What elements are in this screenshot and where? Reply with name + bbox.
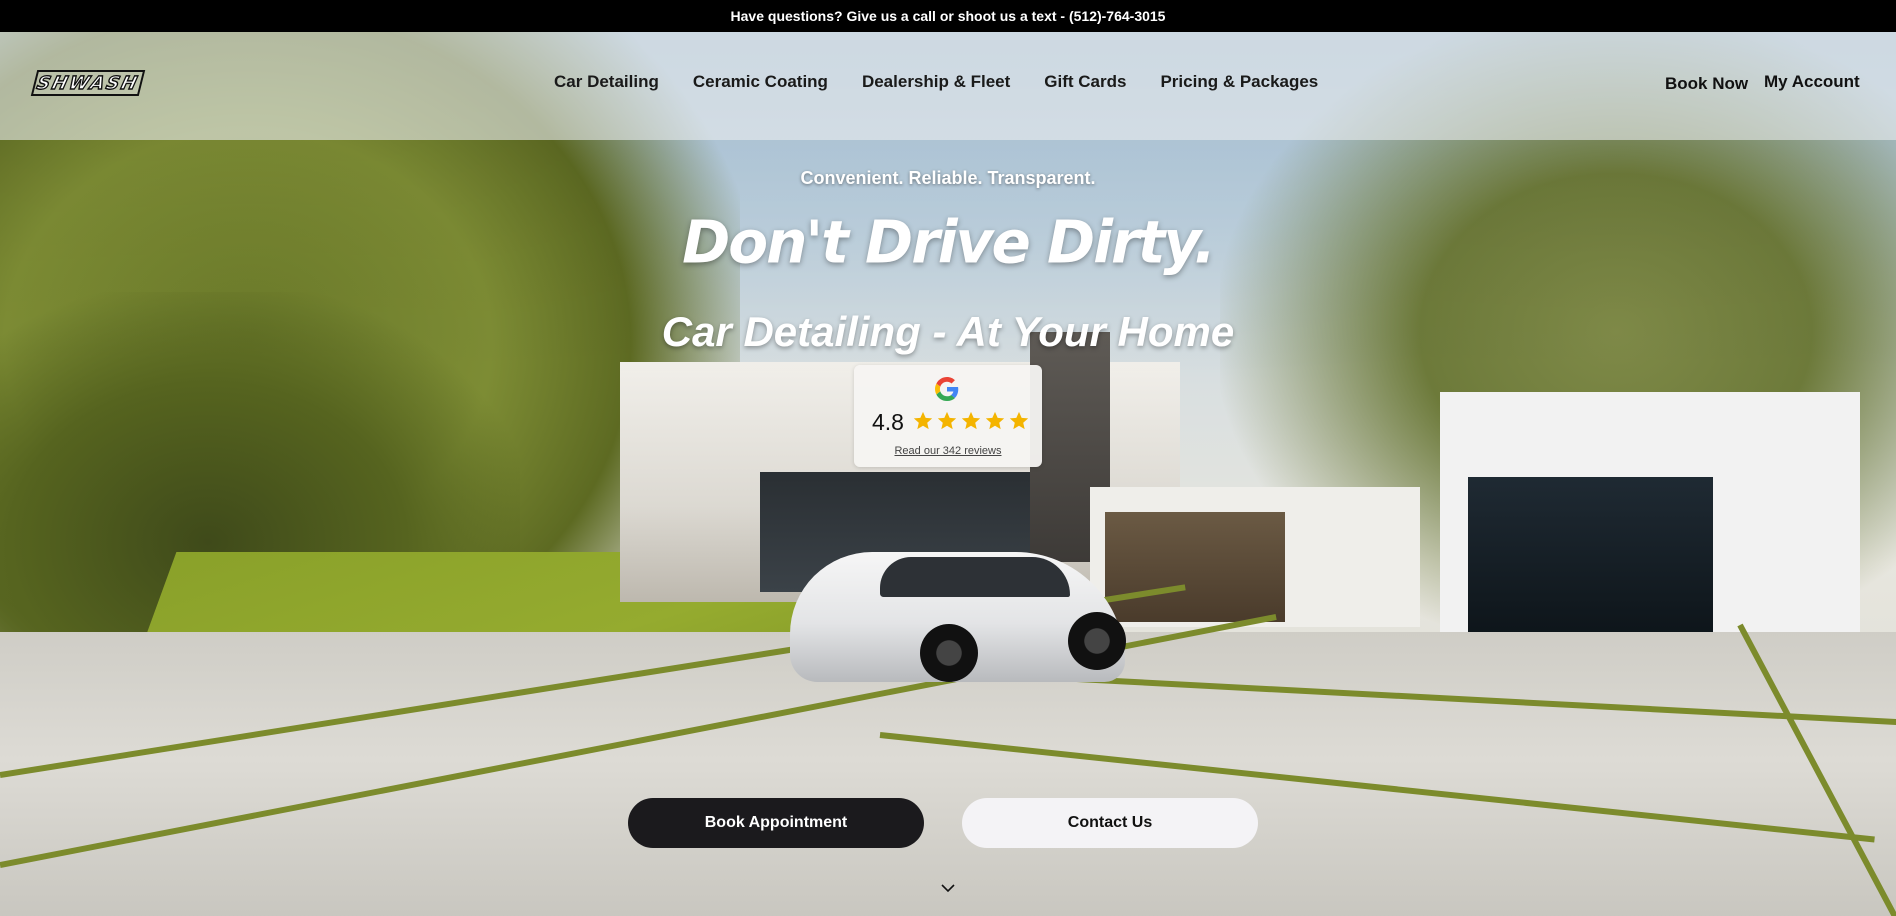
- nav-ceramic-coating[interactable]: Ceramic Coating: [693, 72, 828, 92]
- hero-headline: Don't Drive Dirty.: [682, 207, 1216, 277]
- nav-gift-cards[interactable]: Gift Cards: [1044, 72, 1126, 92]
- contact-us-button[interactable]: Contact Us: [962, 798, 1258, 848]
- main-nav: Car Detailing Ceramic Coating Dealership…: [554, 72, 1318, 92]
- star-icon: [961, 411, 981, 430]
- star-icon: [913, 411, 933, 430]
- chevron-down-icon[interactable]: [941, 883, 955, 893]
- google-review-card[interactable]: 4.8 Read our 342 reviews: [854, 365, 1042, 467]
- announcement-bar: Have questions? Give us a call or shoot …: [0, 0, 1896, 32]
- rating-stars: [912, 410, 1030, 432]
- book-now-link[interactable]: Book Now: [1665, 74, 1748, 94]
- star-icon: [985, 411, 1005, 430]
- read-reviews-link[interactable]: Read our 342 reviews: [854, 445, 1042, 457]
- hero-subheading: Car Detailing - At Your Home: [661, 308, 1235, 355]
- site-logo[interactable]: SHWASH: [30, 70, 146, 96]
- rating-value: 4.8: [872, 409, 904, 435]
- book-appointment-button[interactable]: Book Appointment: [628, 798, 924, 848]
- hero-background: [0, 32, 1896, 916]
- nav-pricing-packages[interactable]: Pricing & Packages: [1160, 72, 1318, 92]
- star-icon: [1009, 411, 1029, 430]
- announcement-text: Have questions? Give us a call or shoot …: [730, 8, 1166, 24]
- hero-tagline: Convenient. Reliable. Transparent.: [800, 168, 1096, 188]
- star-icon: [937, 411, 957, 430]
- my-account-link[interactable]: My Account: [1764, 72, 1860, 92]
- hero-overlay: [0, 32, 1896, 916]
- nav-car-detailing[interactable]: Car Detailing: [554, 72, 659, 92]
- nav-dealership-fleet[interactable]: Dealership & Fleet: [862, 72, 1010, 92]
- google-g-icon: [935, 377, 959, 401]
